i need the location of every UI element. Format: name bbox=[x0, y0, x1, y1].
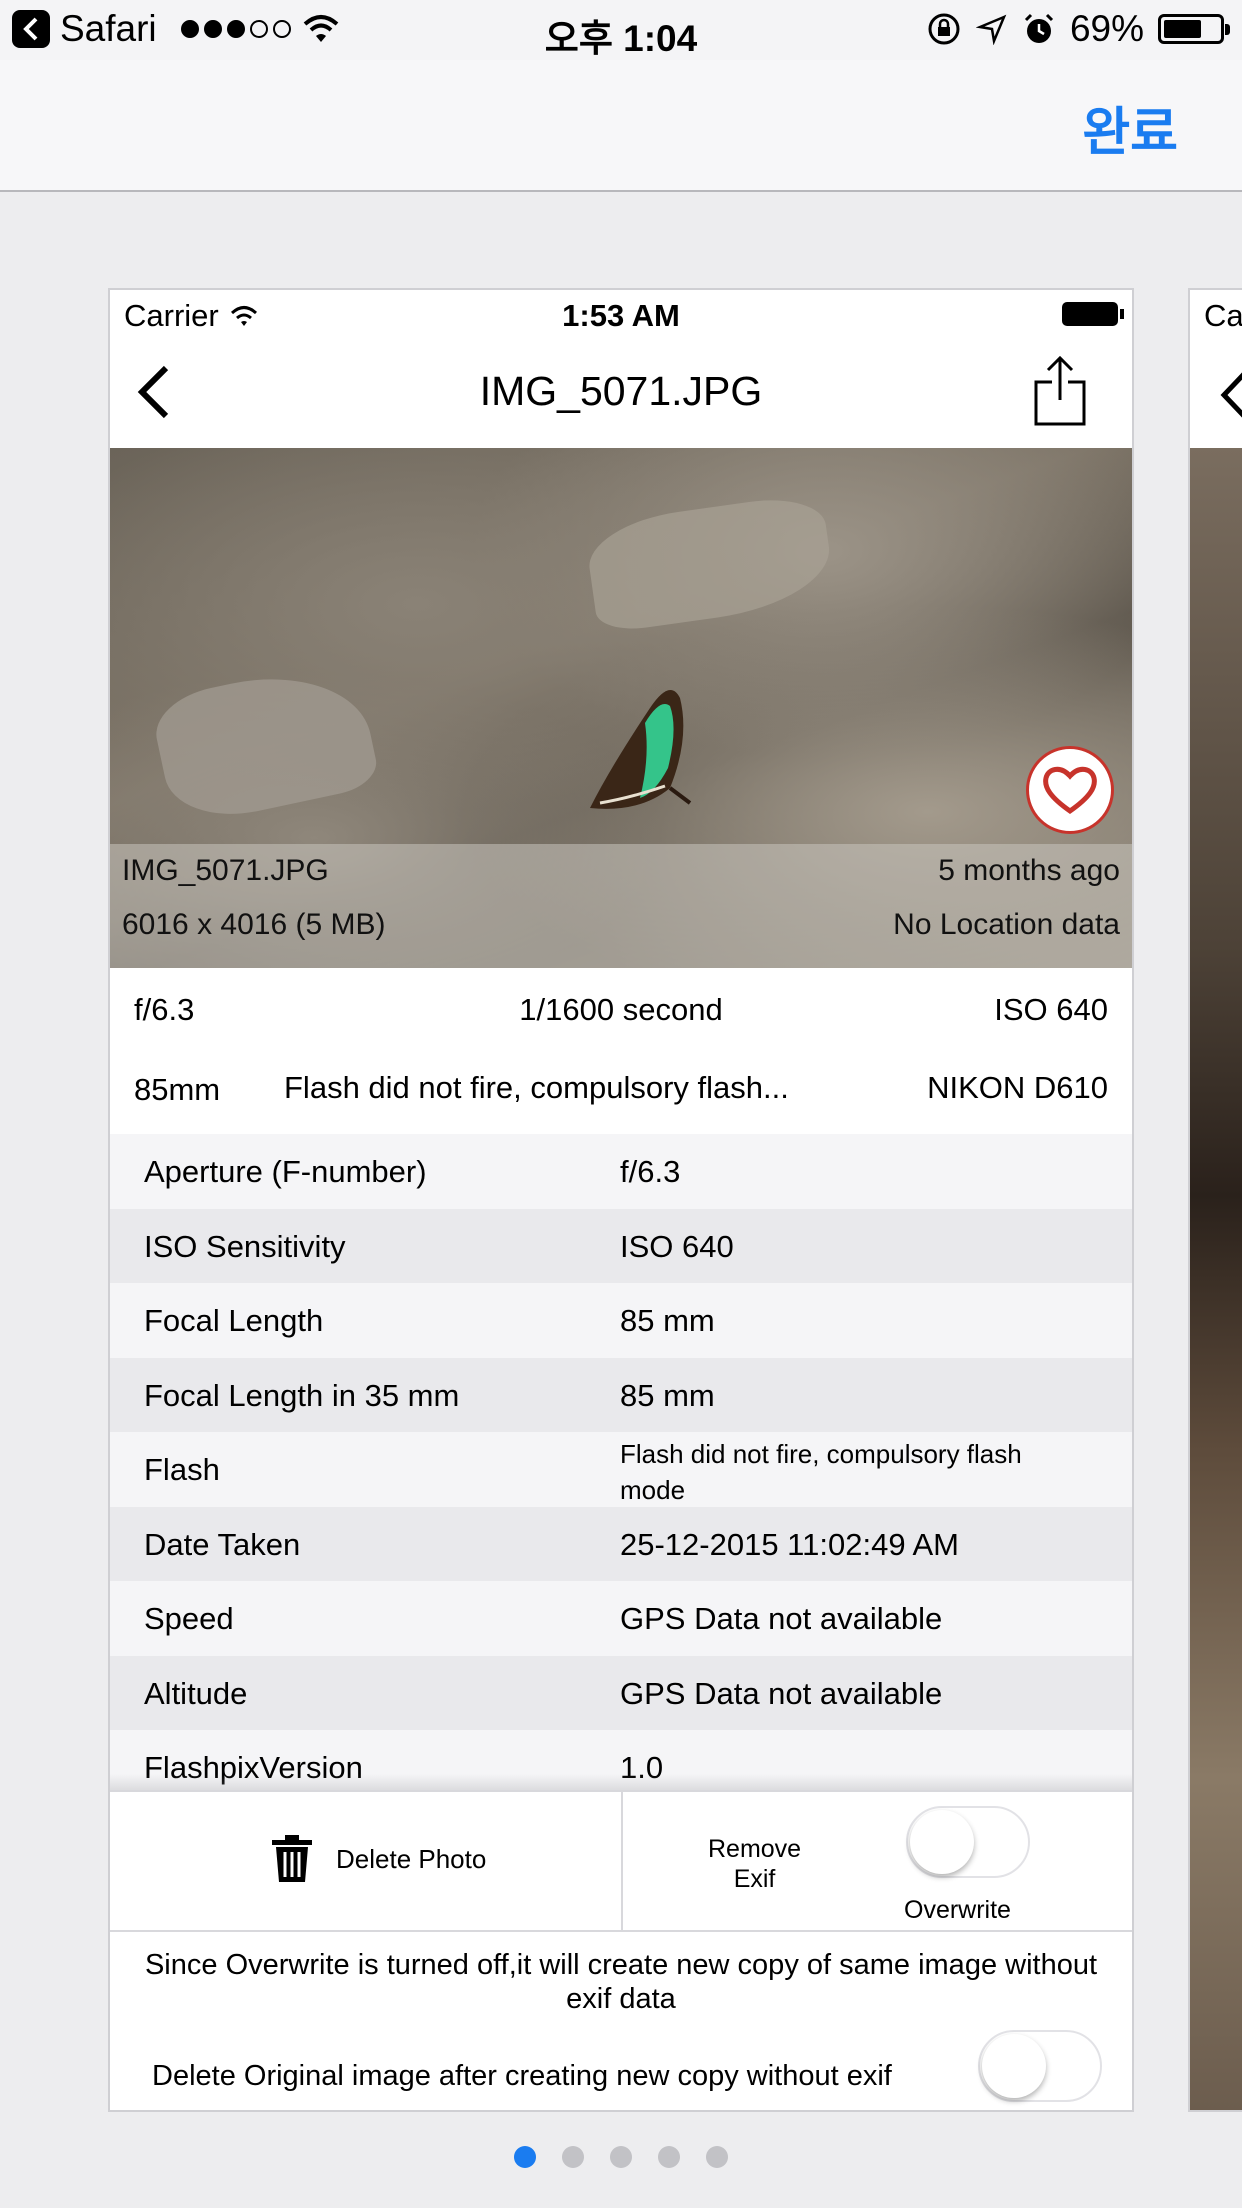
inner-time: 1:53 AM bbox=[562, 298, 680, 333]
trash-icon bbox=[272, 1835, 312, 1882]
overlay-age: 5 months ago bbox=[938, 854, 1120, 887]
summary-camera: NIKON D610 bbox=[927, 1070, 1108, 1105]
table-row: Date Taken 25-12-2015 11:02:49 AM bbox=[110, 1506, 1132, 1581]
exif-key: Focal Length bbox=[144, 1303, 324, 1338]
overwrite-label: Overwrite bbox=[904, 1896, 1011, 1924]
overlay-location: No Location data bbox=[893, 908, 1120, 941]
peek-photo bbox=[1190, 448, 1242, 2110]
table-row: ISO Sensitivity ISO 640 bbox=[110, 1208, 1132, 1283]
overlay-filename: IMG_5071.JPG bbox=[122, 854, 329, 887]
exif-value: 25-12-2015 11:02:49 AM bbox=[620, 1526, 959, 1562]
inner-page-title: IMG_5071.JPG bbox=[479, 368, 763, 414]
screenshot-card[interactable]: Carrier 1:53 AM IMG_5071.JPG IMG_5071.JP… bbox=[108, 288, 1134, 2112]
location-arrow-icon bbox=[975, 14, 1007, 45]
alarm-icon bbox=[1024, 13, 1053, 43]
exif-value: GPS Data not available bbox=[620, 1601, 943, 1636]
peek-back-chevron-icon bbox=[1218, 370, 1242, 425]
page-dot[interactable] bbox=[706, 2146, 728, 2168]
table-row: Speed GPS Data not available bbox=[110, 1581, 1132, 1656]
status-right: 69% bbox=[926, 8, 1230, 50]
exif-key: Aperture (F-number) bbox=[144, 1154, 427, 1189]
favorite-heart-button[interactable] bbox=[1026, 746, 1114, 834]
summary-focal: 85mm bbox=[134, 1072, 221, 1107]
next-card-peek[interactable]: Ca bbox=[1188, 288, 1242, 2112]
done-button[interactable]: 완료 bbox=[1082, 90, 1178, 165]
remove-exif-line1: Remove bbox=[708, 1835, 802, 1863]
exif-value: ISO 640 bbox=[620, 1228, 734, 1264]
photo-rock bbox=[148, 657, 382, 829]
summary-shutter: 1/1600 second bbox=[519, 992, 723, 1027]
inner-battery-icon bbox=[1062, 302, 1124, 326]
delete-original-toggle[interactable] bbox=[978, 2030, 1102, 2102]
butterfly-image bbox=[590, 690, 692, 809]
info-panel: Since Overwrite is turned off,it will cr… bbox=[110, 1932, 1132, 2110]
photo-info-overlay: IMG_5071.JPG 5 months ago 6016 x 4016 (5… bbox=[110, 844, 1132, 968]
share-icon[interactable] bbox=[1032, 354, 1088, 433]
table-row: Focal Length in 35 mm 85 mm bbox=[110, 1357, 1132, 1432]
status-bar: Safari 오후 1:04 69% bbox=[0, 0, 1242, 60]
summary-iso: ISO 640 bbox=[994, 992, 1108, 1027]
exif-value: GPS Data not available bbox=[620, 1675, 943, 1711]
remove-exif-line2: Exif bbox=[733, 1865, 776, 1893]
battery-icon bbox=[1158, 14, 1230, 44]
inner-nav-bar: IMG_5071.JPG bbox=[110, 338, 1132, 448]
table-row: Aperture (F-number) f/6.3 bbox=[110, 1134, 1132, 1209]
exif-value: f/6.3 bbox=[620, 1154, 681, 1189]
battery-percent: 69% bbox=[1069, 8, 1144, 49]
exif-value: 85 mm bbox=[620, 1303, 715, 1338]
outer-nav-bar: 완료 bbox=[0, 60, 1242, 192]
exif-value: Flash did not fire, compulsory flash mod… bbox=[620, 1439, 1022, 1505]
overlay-dimensions: 6016 x 4016 (5 MB) bbox=[122, 908, 386, 941]
page-dot[interactable] bbox=[658, 2146, 680, 2168]
table-row: Focal Length 85 mm bbox=[110, 1283, 1132, 1358]
remove-exif-button[interactable]: Remove Exif bbox=[708, 1834, 801, 1894]
orientation-lock-icon bbox=[928, 13, 960, 45]
toggle-knob bbox=[910, 1810, 974, 1874]
exif-key: Altitude bbox=[144, 1675, 248, 1711]
summary-flash: Flash did not fire, compulsory flash... bbox=[284, 1070, 789, 1105]
toggle-knob bbox=[982, 2034, 1046, 2098]
exif-key: Date Taken bbox=[144, 1526, 301, 1562]
photo-preview[interactable]: IMG_5071.JPG 5 months ago 6016 x 4016 (5… bbox=[110, 448, 1132, 968]
exif-value: 85 mm bbox=[620, 1377, 715, 1413]
exif-key: Focal Length in 35 mm bbox=[144, 1377, 460, 1413]
page-indicator[interactable] bbox=[0, 2146, 1242, 2168]
delete-photo-button[interactable]: Delete Photo bbox=[270, 1834, 486, 1884]
exif-key: ISO Sensitivity bbox=[144, 1228, 346, 1264]
exif-key: Speed bbox=[144, 1601, 234, 1636]
photo-rock bbox=[583, 491, 837, 635]
page-dot[interactable] bbox=[514, 2146, 536, 2168]
table-row: Flash Flash did not fire, compulsory fla… bbox=[110, 1432, 1132, 1507]
overwrite-info-message: Since Overwrite is turned off,it will cr… bbox=[144, 1949, 1098, 2015]
delete-original-label: Delete Original image after creating new… bbox=[152, 2060, 892, 2092]
heart-icon bbox=[1043, 766, 1097, 815]
inner-status-bar: Carrier 1:53 AM bbox=[110, 290, 1132, 338]
delete-photo-label: Delete Photo bbox=[336, 1843, 487, 1874]
exif-table[interactable]: Aperture (F-number) f/6.3 ISO Sensitivit… bbox=[110, 1134, 1132, 1805]
overwrite-toggle[interactable] bbox=[906, 1806, 1030, 1878]
exif-summary: f/6.3 1/1600 second ISO 640 85mm Flash d… bbox=[110, 968, 1132, 1134]
action-bar: Delete Photo Remove Exif Overwrite bbox=[110, 1790, 1132, 1932]
peek-carrier: Ca bbox=[1204, 298, 1242, 333]
table-row: Altitude GPS Data not available bbox=[110, 1655, 1132, 1730]
exif-key: Flash bbox=[144, 1452, 220, 1487]
action-divider bbox=[621, 1792, 623, 1930]
page-dot[interactable] bbox=[562, 2146, 584, 2168]
page-dot[interactable] bbox=[610, 2146, 632, 2168]
